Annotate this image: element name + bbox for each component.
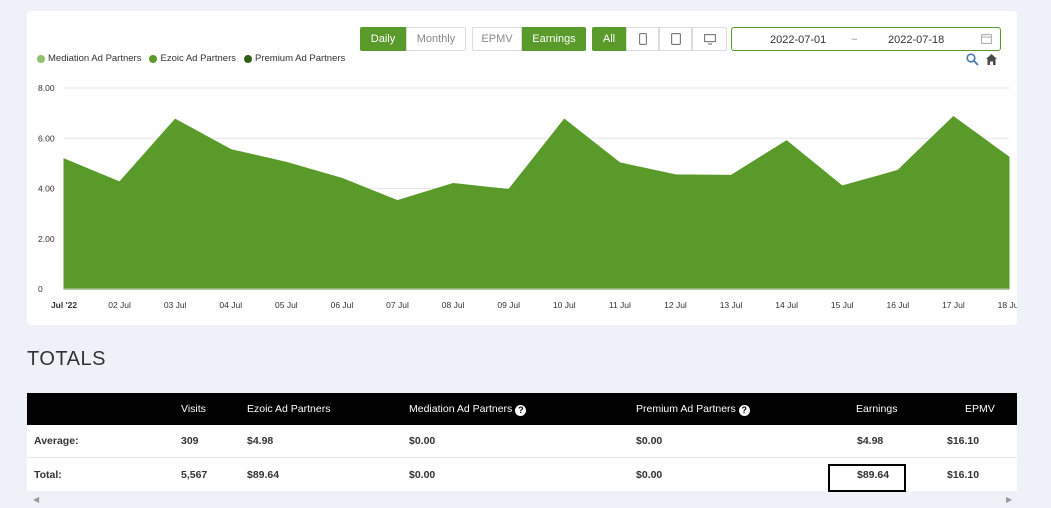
cell-visits: 5,567 <box>181 469 208 481</box>
y-tick-label: 8.00 <box>38 83 55 93</box>
cell-mediation: $0.00 <box>409 469 436 481</box>
tablet-icon <box>670 33 681 45</box>
x-tick-label: 03 Jul <box>164 300 187 310</box>
header-ezoic: Ezoic Ad Partners <box>247 403 331 415</box>
x-tick-label: 10 Jul <box>553 300 576 310</box>
start-date[interactable]: 2022-07-01 <box>770 34 826 46</box>
x-tick-label: 11 Jul <box>609 300 631 310</box>
cell-premium: $0.00 <box>636 435 663 447</box>
cell-epmv: $16.10 <box>947 435 980 447</box>
header-epmv: EPMV <box>965 403 995 415</box>
desktop-device-button[interactable] <box>692 27 727 51</box>
mobile-device-button[interactable] <box>626 27 659 51</box>
cell-visits: 309 <box>181 435 199 447</box>
y-tick-label: 6.00 <box>38 133 55 143</box>
cell-ezoic: $89.64 <box>247 469 280 481</box>
tablet-device-button[interactable] <box>659 27 692 51</box>
all-devices-button[interactable]: All <box>592 27 626 51</box>
earnings-button[interactable]: Earnings <box>522 27 586 51</box>
epmv-button[interactable]: EPMV <box>472 27 522 51</box>
x-tick-label: 17 Jul <box>942 300 965 310</box>
x-tick-label: 13 Jul <box>720 300 743 310</box>
legend-label-premium: Premium Ad Partners <box>255 53 346 64</box>
legend-item-premium[interactable]: Premium Ad Partners <box>244 53 345 64</box>
legend-dot-premium <box>244 54 252 63</box>
chart-toolbar: Daily Monthly EPMV Earnings All <box>360 27 727 51</box>
header-mediation: Mediation Ad Partners? <box>409 403 527 416</box>
header-premium-label: Premium Ad Partners <box>636 403 736 415</box>
x-tick-label: 07 Jul <box>386 300 409 310</box>
y-tick-label: 0 <box>38 284 43 294</box>
cell-mediation: $0.00 <box>409 435 436 447</box>
header-visits: Visits <box>181 403 206 415</box>
x-tick-label: 04 Jul <box>219 300 242 310</box>
x-tick-label: 15 Jul <box>831 300 854 310</box>
desktop-icon <box>703 33 716 45</box>
home-icon[interactable] <box>985 53 998 66</box>
cell-ezoic: $4.98 <box>247 435 274 447</box>
date-range-picker[interactable]: 2022-07-01 ~ 2022-07-18 <box>731 27 1001 51</box>
cell-earnings: $4.98 <box>857 435 884 447</box>
y-tick-label: 4.00 <box>38 184 55 194</box>
calendar-icon[interactable] <box>981 33 992 44</box>
chart-legend: Mediation Ad Partners Ezoic Ad Partners … <box>37 53 345 64</box>
end-date[interactable]: 2022-07-18 <box>888 34 944 46</box>
x-tick-label: 14 Jul <box>775 300 798 310</box>
cell-premium: $0.00 <box>636 469 663 481</box>
x-tick-label: 12 Jul <box>664 300 687 310</box>
header-earnings: Earnings <box>856 403 898 415</box>
series-area-ezoic <box>63 115 1010 290</box>
chart-card: 0 2.00 4.00 6.00 8.00 Jul '22 02 Jul 03 Jul 04 J… <box>27 11 1017 325</box>
header-premium: Premium Ad Partners? <box>636 403 750 416</box>
x-tick-label: 16 Jul <box>886 300 909 310</box>
help-icon[interactable]: ? <box>738 405 750 416</box>
legend-dot-ezoic <box>149 54 158 63</box>
zoom-icon[interactable] <box>966 53 979 66</box>
help-icon[interactable]: ? <box>515 405 527 416</box>
legend-dot-mediation <box>37 54 45 63</box>
cell-epmv: $16.10 <box>947 469 980 481</box>
header-mediation-label: Mediation Ad Partners <box>409 403 513 415</box>
monthly-button[interactable]: Monthly <box>406 27 466 51</box>
totals-title: TOTALS <box>27 348 106 370</box>
row-divider <box>27 457 1017 458</box>
legend-item-mediation[interactable]: Mediation Ad Partners <box>37 53 141 64</box>
row-label: Total: <box>34 469 62 481</box>
legend-label-ezoic: Ezoic Ad Partners <box>160 53 236 64</box>
mobile-icon <box>638 33 647 45</box>
x-tick-label: 08 Jul <box>442 300 465 310</box>
x-tick-label: 09 Jul <box>497 300 520 310</box>
scroll-left-arrow[interactable]: ◀ <box>33 495 39 504</box>
daily-button[interactable]: Daily <box>360 27 406 51</box>
highlight-box <box>828 464 906 492</box>
legend-item-ezoic[interactable]: Ezoic Ad Partners <box>149 53 236 64</box>
legend-label-mediation: Mediation Ad Partners <box>48 53 142 64</box>
scroll-right-arrow[interactable]: ▶ <box>1006 495 1012 504</box>
y-tick-label: 2.00 <box>38 234 55 244</box>
date-separator: ~ <box>851 34 858 46</box>
x-tick-label: 02 Jul <box>108 300 131 310</box>
x-tick-label: Jul '22 <box>51 300 77 310</box>
row-label: Average: <box>34 435 79 447</box>
table-header: Visits Ezoic Ad Partners Mediation Ad Pa… <box>27 393 1017 425</box>
x-tick-label: 06 Jul <box>331 300 354 310</box>
x-tick-label: 18 Jul <box>998 300 1017 310</box>
x-tick-label: 05 Jul <box>275 300 298 310</box>
